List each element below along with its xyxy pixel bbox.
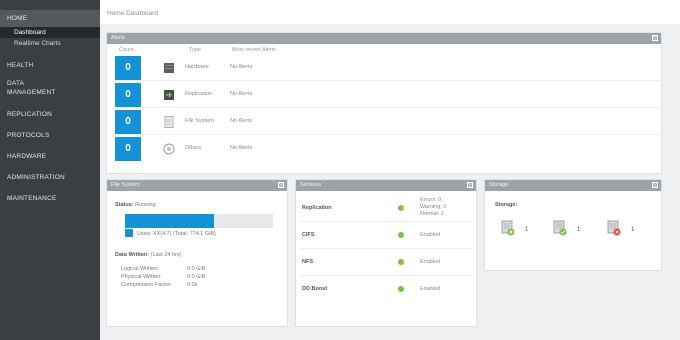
nav-data-management[interactable]: DATA MANAGEMENT <box>0 74 100 102</box>
alert-row[interactable]: 0 Hardware No Alerts <box>115 56 663 81</box>
storage-count: 1 <box>577 227 581 233</box>
storage-panel-title: Storage <box>489 182 509 188</box>
service-name: DD Boost <box>302 286 328 292</box>
col-recent-header: Most recent Alerts <box>232 47 277 53</box>
storage-count: 1 <box>525 227 529 233</box>
alert-recent-text: No Alerts <box>230 145 253 151</box>
fs-logical-label: Logical Written: <box>121 266 159 272</box>
collapse-icon[interactable]: - <box>652 35 658 41</box>
nav-home[interactable]: HOME <box>0 10 100 27</box>
fs-data-written-period: (Last 24 hrs) <box>150 252 182 258</box>
sidebar: HOME Dashboard Realtime Charts HEALTH DA… <box>0 0 100 340</box>
alert-count[interactable]: 0 <box>115 56 141 80</box>
fs-status-label: Status: <box>115 202 134 208</box>
alert-count[interactable]: 0 <box>115 83 141 107</box>
alert-row[interactable]: 0 Replication No Alerts <box>115 83 663 108</box>
fs-status: Status: Running <box>115 202 156 208</box>
fs-usage-bar <box>125 214 273 228</box>
collapse-icon[interactable]: - <box>278 182 284 188</box>
fs-compression-label: Compression Factor: <box>121 282 173 288</box>
status-ok-icon <box>398 232 404 238</box>
col-count-header: Count <box>119 47 134 53</box>
alerts-panel: Alerts - Count Type Most recent Alerts 0… <box>106 32 663 174</box>
file-system-panel-title: File System <box>111 182 140 188</box>
dashboard-main: Alerts - Count Type Most recent Alerts 0… <box>100 24 680 340</box>
alert-type-label: Replication <box>185 91 213 97</box>
nav-maintenance[interactable]: MAINTENANCE <box>0 190 100 207</box>
nav-health[interactable]: HEALTH <box>0 57 100 74</box>
alert-row[interactable]: 0 File System No Alerts <box>115 110 663 135</box>
service-status-warning: Warning: 0 <box>420 204 447 210</box>
service-name: NFS <box>302 259 313 265</box>
alert-count[interactable]: 0 <box>115 110 141 134</box>
nav-hardware[interactable]: HARDWARE <box>0 148 100 165</box>
replication-icon <box>164 90 174 100</box>
fs-compression-value: 0.0x <box>187 282 198 288</box>
service-status: Errors: 0 Warning: 0 Normal: 1 <box>420 197 446 218</box>
storage-label: Storage: <box>495 202 518 208</box>
fs-data-written-label: Data Written: <box>115 252 150 258</box>
collapse-icon[interactable]: - <box>652 182 658 188</box>
service-status: Enabled <box>420 286 441 292</box>
service-row-nfs[interactable]: NFS Enabled <box>300 249 472 276</box>
status-ok-icon <box>398 259 404 265</box>
services-panel-header: Services - <box>296 180 476 191</box>
alert-type-label: Hardware <box>185 64 209 70</box>
others-icon <box>163 143 175 155</box>
services-panel-title: Services <box>300 182 322 188</box>
nav-administration[interactable]: ADMINISTRATION <box>0 169 100 186</box>
nav-replication[interactable]: REPLICATION <box>0 106 100 123</box>
nav-data-management-line1: DATA <box>7 80 25 87</box>
fs-data-written: Data Written: (Last 24 hrs) <box>115 252 182 258</box>
alert-type-label: Others <box>185 145 202 151</box>
fs-logical-value: 0.0 GiB <box>187 266 206 272</box>
storage-count: 1 <box>631 227 635 233</box>
breadcrumb: Home Dashboard <box>107 10 158 17</box>
alert-recent-text: No Alerts <box>230 91 253 97</box>
storage-add-icon[interactable] <box>501 220 515 236</box>
alert-row[interactable]: 0 Others No Alerts <box>115 137 663 161</box>
service-name: CIFS <box>302 232 315 238</box>
status-ok-icon <box>398 205 404 211</box>
services-panel: Services - Replication Errors: 0 Warning… <box>295 179 477 327</box>
storage-ok-icon[interactable] <box>553 220 567 236</box>
storage-panel: Storage - Storage: 1 1 1 <box>484 179 662 271</box>
alert-recent-text: No Alerts <box>230 118 253 124</box>
alert-type-label: File System <box>185 118 214 124</box>
service-status-normal: Normal: 1 <box>420 211 444 217</box>
nav-dashboard[interactable]: Dashboard <box>0 27 100 38</box>
nav-protocols[interactable]: PROTOCOLS <box>0 127 100 144</box>
service-row-cifs[interactable]: CIFS Enabled <box>300 222 472 249</box>
nav-data-management-line2: MANAGEMENT <box>7 89 56 96</box>
service-status: Enabled <box>420 232 441 238</box>
fs-used-text: Used: XX(4.7) (Total: 774.1 GiB) <box>137 231 216 237</box>
storage-panel-header: Storage - <box>485 180 661 191</box>
nav-realtime-charts[interactable]: Realtime Charts <box>0 38 100 49</box>
collapse-icon[interactable]: - <box>467 182 473 188</box>
service-row-dd-boost[interactable]: DD Boost Enabled <box>300 276 472 302</box>
alerts-panel-header: Alerts - <box>107 33 661 44</box>
service-status-errors: Errors: 0 <box>420 197 442 203</box>
file-system-icon <box>164 116 174 128</box>
fs-status-value: Running <box>135 202 156 208</box>
status-ok-icon <box>398 286 404 292</box>
alert-count[interactable]: 0 <box>115 137 141 161</box>
col-type-header: Type <box>189 47 201 53</box>
fs-physical-value: 0.0 GiB <box>187 274 206 280</box>
fs-used-swatch <box>125 229 133 237</box>
service-row-replication[interactable]: Replication Errors: 0 Warning: 0 Normal:… <box>300 195 472 222</box>
alert-recent-text: No Alerts <box>230 64 253 70</box>
file-system-panel-header: File System - <box>107 180 287 191</box>
service-status: Enabled <box>420 259 441 265</box>
fs-usage-fill <box>125 214 214 228</box>
service-name: Replication <box>302 205 332 211</box>
hardware-icon <box>164 63 174 73</box>
storage-error-icon[interactable] <box>607 220 621 236</box>
fs-physical-label: Physical Written: <box>121 274 162 280</box>
file-system-panel: File System - Status: Running Used: XX(4… <box>106 179 288 327</box>
alerts-panel-title: Alerts <box>111 35 126 41</box>
